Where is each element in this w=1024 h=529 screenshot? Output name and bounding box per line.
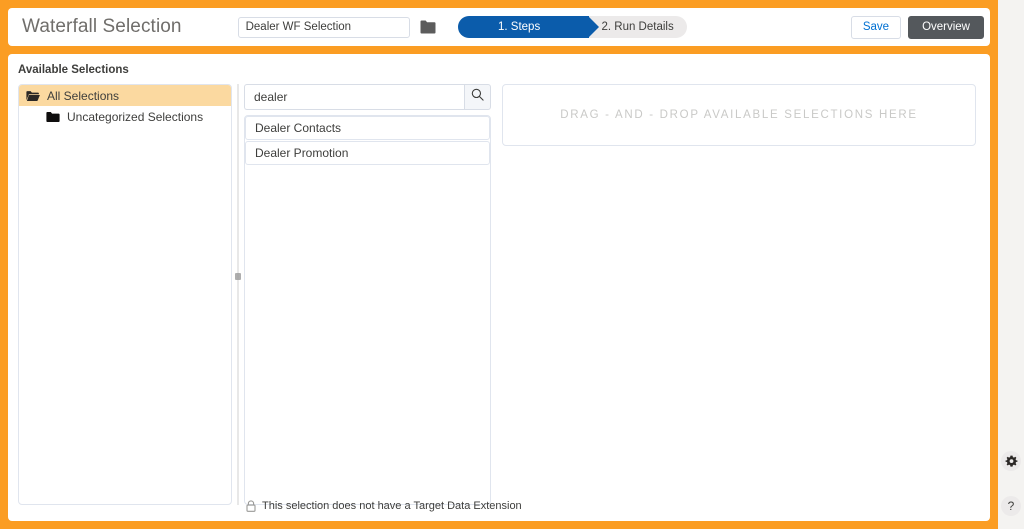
tree-item-label: Uncategorized Selections [67,110,203,124]
app-window-frame: Waterfall Selection 1. Steps 2. Run Deta… [0,0,998,529]
app-header: Waterfall Selection 1. Steps 2. Run Deta… [8,8,990,46]
folder-icon[interactable] [420,20,436,34]
status-message-text: This selection does not have a Target Da… [262,500,522,512]
search-results-panel: Dealer Contacts Dealer Promotion [244,84,491,505]
selections-tree-panel: All Selections Uncategorized Selections [18,84,232,505]
tree-item-label: All Selections [47,89,119,103]
drop-zone[interactable]: DRAG - AND - DROP AVAILABLE SELECTIONS H… [502,84,976,146]
search-icon [471,88,484,106]
overview-button[interactable]: Overview [908,16,984,39]
page-title: Waterfall Selection [22,16,182,38]
folder-icon [46,111,60,123]
tree-item-uncategorized-selections[interactable]: Uncategorized Selections [19,106,231,127]
splitter-grip[interactable] [235,273,241,280]
step-indicator: 1. Steps 2. Run Details [458,16,687,38]
tab-steps-label: 1. Steps [498,21,540,33]
search-input[interactable] [244,84,464,110]
open-folder-icon [26,90,40,102]
tab-run-details[interactable]: 2. Run Details [589,16,687,38]
lock-icon [246,500,256,512]
list-item[interactable]: Dealer Promotion [245,141,490,165]
tab-run-details-label: 2. Run Details [601,21,673,33]
status-message: This selection does not have a Target Da… [246,500,522,512]
search-results-list: Dealer Contacts Dealer Promotion [244,115,491,505]
selection-name-group [238,17,436,38]
tab-steps[interactable]: 1. Steps [458,16,589,38]
list-item-label: Dealer Contacts [255,121,341,135]
drop-zone-column: DRAG - AND - DROP AVAILABLE SELECTIONS H… [502,84,990,505]
save-button[interactable]: Save [851,16,901,39]
selection-name-input[interactable] [238,17,410,38]
content-card: Available Selections All Selections [8,54,990,521]
search-row [244,84,491,110]
splitter-line [237,84,239,505]
list-item[interactable]: Dealer Contacts [245,116,490,140]
tree-item-all-selections[interactable]: All Selections [19,85,231,106]
question-mark-icon[interactable]: ? [1001,496,1021,516]
header-actions: Save Overview [851,16,984,39]
panel-splitter[interactable] [232,84,244,505]
help-label: ? [1008,499,1015,513]
panels-container: All Selections Uncategorized Selections [18,84,990,505]
available-selections-label: Available Selections [18,64,990,76]
search-button[interactable] [464,84,491,110]
drop-zone-label: DRAG - AND - DROP AVAILABLE SELECTIONS H… [560,109,917,121]
gear-icon[interactable] [1001,451,1021,471]
list-item-label: Dealer Promotion [255,146,348,160]
right-rail: ? [998,0,1024,529]
